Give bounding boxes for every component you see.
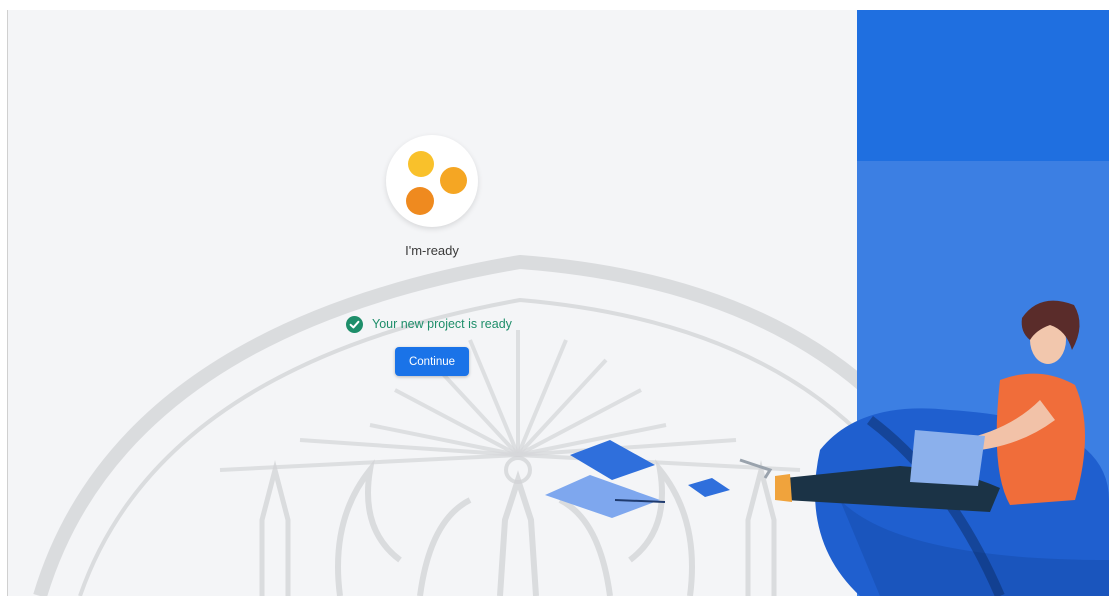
laptop bbox=[910, 430, 985, 486]
setup-complete-screen: I'm-ready Your new project is ready Cont… bbox=[0, 0, 1109, 596]
logo-dot bbox=[440, 167, 467, 194]
logo-dot bbox=[406, 187, 434, 215]
illustration bbox=[545, 300, 1109, 596]
floating-card bbox=[570, 440, 655, 480]
check-circle-icon bbox=[346, 315, 363, 333]
floating-card bbox=[545, 475, 660, 518]
status-message-row: Your new project is ready bbox=[346, 315, 512, 333]
continue-button[interactable]: Continue bbox=[395, 347, 469, 376]
status-text: Your new project is ready bbox=[372, 317, 512, 331]
person-foot bbox=[775, 474, 792, 502]
project-name: I'm-ready bbox=[405, 243, 459, 258]
floating-card bbox=[688, 478, 730, 497]
left-edge-line bbox=[7, 10, 8, 596]
three-dots-logo-icon bbox=[408, 151, 434, 177]
project-logo bbox=[386, 135, 478, 227]
